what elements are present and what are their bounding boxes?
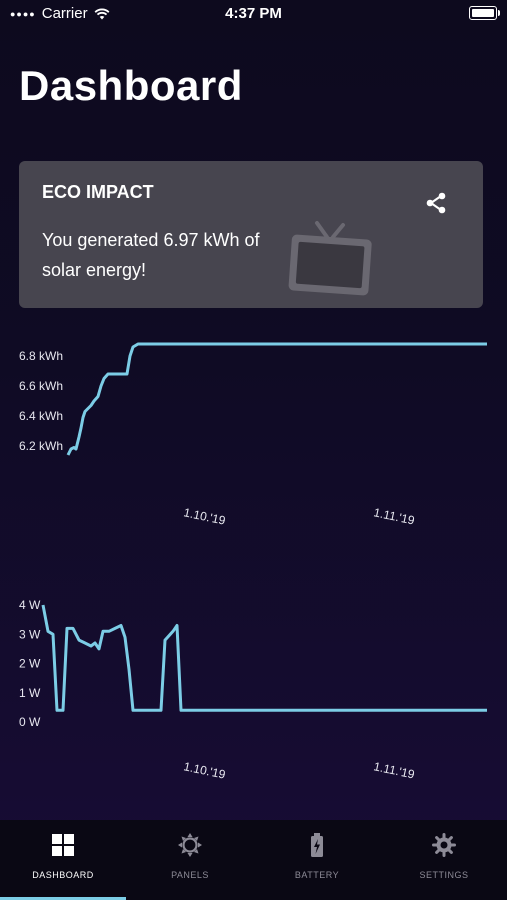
x-tick-label: 1.10.'19: [182, 505, 227, 528]
tab-label: BATTERY: [294, 870, 340, 880]
gear-icon: [432, 833, 456, 857]
x-tick-label: 1.11.'19: [372, 759, 416, 781]
tv-icon: [288, 221, 372, 296]
y-tick-label: 3 W: [19, 627, 41, 641]
y-tick-label: 4 W: [19, 598, 41, 612]
y-tick-label: 6.4 kWh: [19, 409, 63, 423]
power-chart: 4 W 3 W 2 W 1 W 0 W 1.10.'19 1.11.'19: [0, 590, 507, 790]
status-bar: ●●●● Carrier 4:37 PM: [0, 0, 507, 28]
grid-icon: [52, 834, 74, 856]
tab-panels[interactable]: PANELS: [127, 820, 253, 900]
share-icon[interactable]: [424, 191, 448, 215]
y-tick-label: 6.8 kWh: [19, 349, 63, 363]
y-tick-label: 2 W: [19, 657, 41, 671]
eco-impact-card: ECO IMPACT You generated 6.97 kWh of sol…: [19, 161, 483, 308]
energy-chart: 6.8 kWh 6.6 kWh 6.4 kWh 6.2 kWh 1.10.'19 1.11…: [0, 335, 507, 535]
eco-impact-text: You generated 6.97 kWh of solar energy!: [42, 230, 260, 280]
eco-impact-heading: ECO IMPACT: [42, 182, 154, 202]
battery-status-icon: [469, 6, 500, 20]
tab-settings[interactable]: SETTINGS: [381, 820, 507, 900]
series-line: [66, 342, 487, 456]
tab-bar: DASHBOARD PANELS BATTERY SETTINGS: [0, 820, 507, 900]
series-line: [41, 604, 487, 712]
y-tick-label: 1 W: [19, 686, 41, 700]
power-chart-svg: 4 W 3 W 2 W 1 W 0 W 1.10.'19 1.11.'19: [19, 598, 487, 782]
sun-icon: [178, 833, 202, 857]
tab-battery[interactable]: BATTERY: [254, 820, 380, 900]
page-title: Dashboard: [19, 62, 243, 109]
battery-icon: [311, 833, 323, 857]
status-time: 4:37 PM: [225, 5, 282, 22]
energy-chart-svg: 6.8 kWh 6.6 kWh 6.4 kWh 6.2 kWh 1.10.'19 1.11…: [19, 342, 487, 528]
tab-dashboard[interactable]: DASHBOARD: [0, 820, 126, 900]
tab-label: DASHBOARD: [32, 870, 94, 880]
y-tick-label: 6.2 kWh: [19, 439, 63, 453]
tab-label: PANELS: [171, 870, 209, 880]
y-tick-label: 6.6 kWh: [19, 379, 63, 393]
y-tick-label: 0 W: [19, 715, 41, 729]
tab-label: SETTINGS: [419, 870, 469, 880]
x-tick-label: 1.11.'19: [372, 505, 416, 527]
x-tick-label: 1.10.'19: [182, 759, 227, 782]
